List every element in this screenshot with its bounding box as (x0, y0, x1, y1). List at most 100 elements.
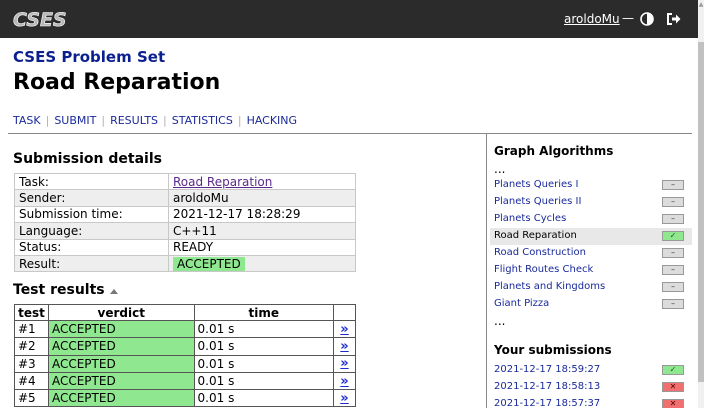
your-submissions-heading: Your submissions (494, 343, 612, 357)
task-status-none-icon: – (662, 248, 684, 258)
test-time: 0.01 s (193, 371, 335, 391)
list-ellipsis-top: ... (494, 162, 506, 176)
list-ellipsis-bottom: ... (494, 314, 506, 328)
submission-rejected-icon: ✕ (662, 399, 684, 408)
details-row-task: Task: Road Reparation (14, 172, 356, 191)
test-results-table: test verdict time #1 ACCEPTED 0.01 s » #… (14, 304, 356, 408)
details-key: Result: (14, 254, 169, 273)
task-link[interactable]: Road Reparation (173, 175, 272, 189)
view-test-details-icon[interactable]: » (333, 319, 356, 339)
table-row: #4 ACCEPTED 0.01 s » (14, 371, 356, 391)
username-link[interactable]: aroldoMu (564, 12, 620, 26)
nav-divider: | (237, 114, 242, 127)
nav-divider: | (163, 114, 167, 127)
details-key: Language: (14, 222, 169, 240)
sidebar-item-label[interactable]: Road Construction (494, 247, 586, 258)
details-key: Task: (14, 172, 169, 191)
page-scrollbar[interactable]: ▲ (698, 0, 704, 408)
test-number: #3 (14, 354, 49, 373)
details-row-time: Submission time: 2021-12-17 18:28:29 (14, 205, 356, 224)
sidebar-item-label[interactable]: Giant Pizza (494, 298, 549, 309)
scroll-thumb[interactable] (698, 42, 704, 382)
submission-link[interactable]: 2021-12-17 18:59:27 (494, 364, 600, 375)
test-verdict: ACCEPTED (47, 354, 195, 373)
sidebar-item-planets-queries-i[interactable]: Planets Queries I – (490, 177, 692, 194)
nav-divider: | (45, 114, 50, 127)
test-time: 0.01 s (193, 389, 335, 408)
test-verdict: ACCEPTED (47, 337, 195, 356)
submission-item[interactable]: 2021-12-17 18:59:27 ✓ (490, 362, 692, 379)
view-test-details-icon[interactable]: » (333, 337, 356, 356)
sidebar-item-road-construction[interactable]: Road Construction – (490, 245, 692, 262)
details-value: ACCEPTED (168, 254, 356, 273)
view-test-details-icon[interactable]: » (333, 389, 356, 408)
details-key: Status: (14, 238, 169, 256)
test-time: 0.01 s (193, 319, 335, 339)
details-value: C++11 (168, 222, 356, 240)
collapse-caret-icon[interactable] (110, 289, 118, 294)
nav-results[interactable]: RESULTS (110, 114, 158, 127)
details-key: Sender: (14, 189, 169, 207)
contrast-icon[interactable] (640, 12, 654, 26)
sidebar-item-road-reparation[interactable]: Road Reparation ✓ (490, 228, 692, 245)
sidebar-item-giant-pizza[interactable]: Giant Pizza – (490, 296, 692, 313)
details-row-language: Language: C++11 (14, 222, 356, 240)
table-row: #2 ACCEPTED 0.01 s » (14, 337, 356, 356)
nav-statistics[interactable]: STATISTICS (172, 114, 233, 127)
header-separator: — (622, 11, 634, 25)
sidebar-item-label[interactable]: Planets Queries I (494, 179, 578, 190)
sidebar-item-planets-queries-ii[interactable]: Planets Queries II – (490, 194, 692, 211)
task-status-none-icon: – (662, 282, 684, 292)
sidebar-task-list: Planets Queries I – Planets Queries II –… (490, 177, 692, 313)
test-verdict: ACCEPTED (47, 389, 195, 408)
details-value: aroldoMu (168, 189, 356, 207)
cses-logo[interactable]: CSES (12, 8, 78, 30)
submission-item[interactable]: 2021-12-17 18:57:37 ✕ (490, 396, 692, 408)
problem-set-title[interactable]: CSES Problem Set (13, 48, 165, 66)
test-number: #5 (14, 389, 49, 408)
details-value: READY (168, 238, 356, 256)
view-test-details-icon[interactable]: » (333, 354, 356, 373)
nav-task[interactable]: TASK (13, 114, 41, 127)
logo-text: CSES (13, 9, 67, 30)
test-verdict: ACCEPTED (47, 371, 195, 391)
table-header-row: test verdict time (14, 304, 356, 321)
submission-accepted-icon: ✓ (662, 365, 684, 375)
test-time: 0.01 s (193, 337, 335, 356)
test-results-heading: Test results (13, 282, 105, 298)
details-row-status: Status: READY (14, 238, 356, 256)
details-value: Road Reparation (168, 172, 356, 191)
sidebar-item-label[interactable]: Flight Routes Check (494, 264, 593, 275)
table-row: #1 ACCEPTED 0.01 s » (14, 319, 356, 339)
sidebar-item-label[interactable]: Planets and Kingdoms (494, 281, 605, 292)
table-row: #3 ACCEPTED 0.01 s » (14, 354, 356, 373)
sidebar-item-planets-cycles[interactable]: Planets Cycles – (490, 211, 692, 228)
test-number: #4 (14, 371, 49, 391)
page-title: Road Reparation (13, 70, 221, 95)
sidebar-item-label[interactable]: Planets Cycles (494, 213, 566, 224)
nav-submit[interactable]: SUBMIT (54, 114, 96, 127)
sidebar-item-label[interactable]: Road Reparation (494, 230, 577, 241)
submission-rejected-icon: ✕ (662, 382, 684, 392)
column-header-time: time (193, 304, 335, 321)
details-value: 2021-12-17 18:28:29 (168, 205, 356, 224)
sidebar-category-heading: Graph Algorithms (494, 144, 614, 158)
nav-hacking[interactable]: HACKING (247, 114, 298, 127)
result-badge: ACCEPTED (173, 256, 245, 271)
task-status-none-icon: – (662, 214, 684, 224)
sidebar-item-flight-routes-check[interactable]: Flight Routes Check – (490, 262, 692, 279)
submission-link[interactable]: 2021-12-17 18:57:37 (494, 398, 600, 408)
test-number: #2 (14, 337, 49, 356)
sidebar-item-label[interactable]: Planets Queries II (494, 196, 581, 207)
view-test-details-icon[interactable]: » (333, 371, 356, 391)
top-bar: CSES aroldoMu — (0, 0, 698, 38)
header-divider (8, 133, 692, 134)
submissions-list: 2021-12-17 18:59:27 ✓ 2021-12-17 18:58:1… (490, 362, 692, 408)
logout-icon[interactable] (666, 12, 681, 26)
submission-link[interactable]: 2021-12-17 18:58:13 (494, 381, 600, 392)
scroll-up-arrow-icon[interactable]: ▲ (698, 2, 704, 8)
submission-item[interactable]: 2021-12-17 18:58:13 ✕ (490, 379, 692, 396)
task-nav: TASK | SUBMIT | RESULTS | STATISTICS | HACKING (13, 114, 297, 127)
task-status-none-icon: – (662, 180, 684, 190)
sidebar-item-planets-and-kingdoms[interactable]: Planets and Kingdoms – (490, 279, 692, 296)
